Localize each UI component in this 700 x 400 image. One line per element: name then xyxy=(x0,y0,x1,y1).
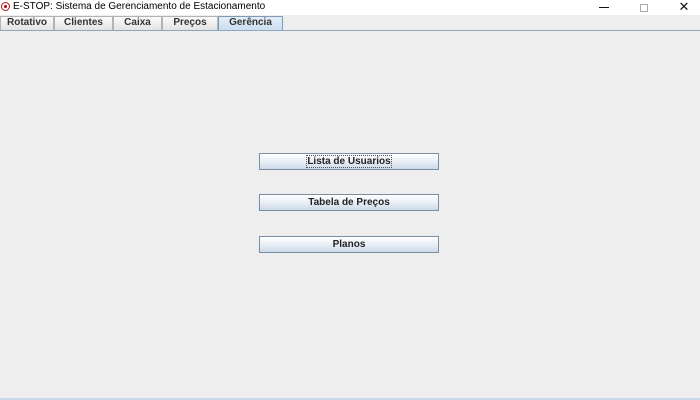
price-table-button-label: Tabela de Preços xyxy=(308,197,390,208)
maximize-button[interactable] xyxy=(624,0,664,15)
gerencia-panel xyxy=(0,31,700,398)
plans-button[interactable]: Planos xyxy=(259,236,439,253)
tab-gerencia[interactable]: Gerência xyxy=(218,16,283,31)
tab-caixa[interactable]: Caixa xyxy=(113,16,162,30)
close-icon: ✕ xyxy=(678,0,690,15)
tab-rotativo[interactable]: Rotativo xyxy=(0,16,54,30)
close-button[interactable]: ✕ xyxy=(664,0,700,15)
user-list-button-label: Lista de Usuarios xyxy=(306,155,392,168)
minimize-button[interactable] xyxy=(584,0,624,15)
price-table-button[interactable]: Tabela de Preços xyxy=(259,194,439,211)
minimize-icon xyxy=(599,7,609,8)
user-list-button[interactable]: Lista de Usuarios xyxy=(259,153,439,170)
app-logo-icon xyxy=(1,2,10,11)
tab-clientes[interactable]: Clientes xyxy=(54,16,113,30)
window-title: E-STOP: Sistema de Gerenciamento de Esta… xyxy=(13,1,266,12)
tab-precos[interactable]: Preços xyxy=(162,16,218,30)
title-bar: E-STOP: Sistema de Gerenciamento de Esta… xyxy=(0,0,700,15)
maximize-icon xyxy=(640,3,648,12)
plans-button-label: Planos xyxy=(332,239,366,250)
